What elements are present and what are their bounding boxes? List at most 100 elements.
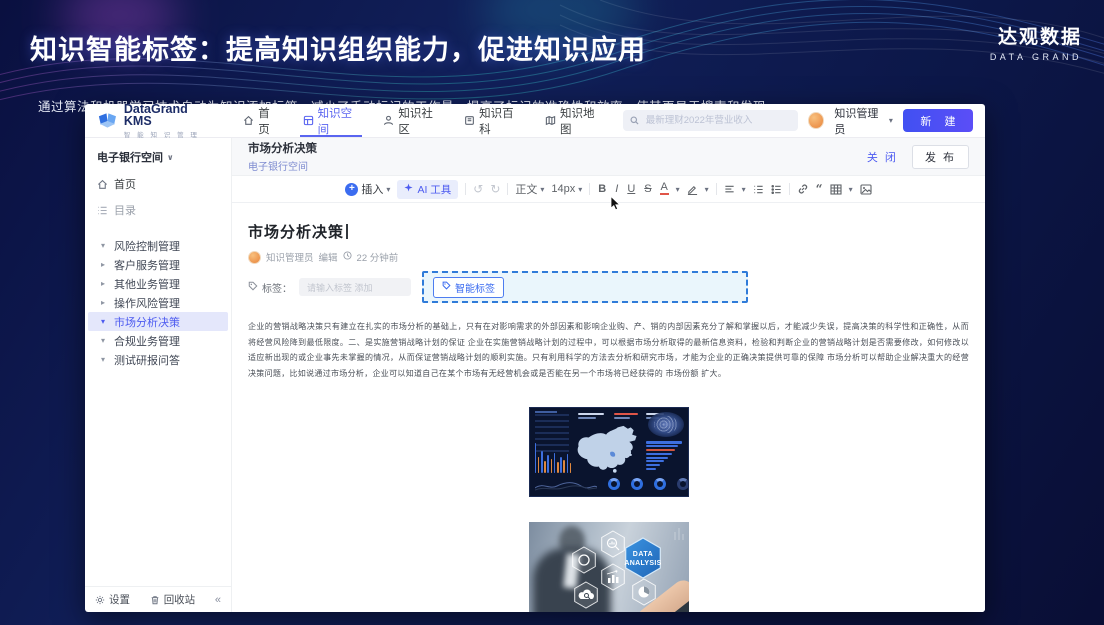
app-header: DataGrand KMS 智 能 知 识 管 理 首页 知识空间 知识社区 xyxy=(85,104,985,138)
toolbar-separator xyxy=(716,183,717,195)
nav-item-knowledge-space[interactable]: 知识空间 xyxy=(300,104,363,137)
trash-label: 回收站 xyxy=(164,592,196,607)
nav-item-knowledge-wiki[interactable]: 知识百科 xyxy=(461,104,524,137)
author-avatar xyxy=(248,251,261,264)
document-title[interactable]: 市场分析决策 xyxy=(248,221,969,242)
align-button[interactable] xyxy=(724,184,735,195)
user-avatar[interactable] xyxy=(808,112,824,129)
breadcrumb[interactable]: 电子银行空间 xyxy=(248,158,317,173)
publish-button[interactable]: 发 布 xyxy=(912,145,969,169)
font-color-button[interactable]: A xyxy=(660,183,669,195)
paragraph-style-select[interactable]: 正文 ▾ xyxy=(515,181,544,197)
tree-item-compliance[interactable]: ▾合规业务管理 xyxy=(88,331,228,350)
unordered-list-button[interactable] xyxy=(771,184,782,195)
insert-menu-button[interactable]: + 插入 ▾ xyxy=(345,181,390,197)
kms-app-window: DataGrand KMS 智 能 知 识 管 理 首页 知识空间 知识社区 xyxy=(85,104,985,612)
caret-right-icon: ▸ xyxy=(101,260,109,269)
quote-button[interactable]: “ xyxy=(816,182,823,196)
sparkle-icon xyxy=(404,183,413,195)
redo-button[interactable]: ↻ xyxy=(490,182,500,196)
document-editor[interactable]: 市场分析决策 知识管理员 编辑 22 分钟前 标签： 请输入标签 添加 xyxy=(232,203,985,612)
nav-item-knowledge-community[interactable]: 知识社区 xyxy=(380,104,443,137)
author-name: 知识管理员 xyxy=(266,250,314,264)
china-map xyxy=(570,423,648,481)
workspace-selector[interactable]: 电子银行空间 ∨ xyxy=(85,146,231,171)
smart-tag-button[interactable]: 智能标签 xyxy=(433,277,504,298)
global-search[interactable] xyxy=(623,110,798,131)
caret-right-icon: ▸ xyxy=(101,279,109,288)
caret-down-icon: ▾ xyxy=(101,355,109,364)
nav-item-knowledge-map[interactable]: 知识地图 xyxy=(542,104,605,137)
app-logo[interactable]: DataGrand KMS 智 能 知 识 管 理 xyxy=(97,104,214,139)
settings-button[interactable]: 设置 xyxy=(95,592,130,607)
sidebar-footer: 设置 回收站 « xyxy=(85,586,231,612)
color-bar xyxy=(660,193,669,195)
search-input[interactable] xyxy=(644,114,791,127)
font-size-select[interactable]: 14px ▾ xyxy=(551,183,582,195)
annotation-highlight-box: 智能标签 xyxy=(422,271,748,303)
tag-icon xyxy=(442,281,451,293)
tag-row: 标签： 请输入标签 添加 智能标签 xyxy=(248,271,969,303)
brand-name-en: DATA GRAND xyxy=(990,52,1082,62)
new-button[interactable]: 新 建 xyxy=(903,109,973,132)
tree-item-label: 操作风险管理 xyxy=(114,295,180,311)
photo-mock: DATA ANALYSIS xyxy=(529,522,689,612)
tree-item-label: 测试研报问答 xyxy=(114,352,180,368)
caret-down-icon: ▾ xyxy=(101,317,109,326)
toolbar-separator xyxy=(589,183,590,195)
caret-right-icon: ▸ xyxy=(101,298,109,307)
tree-item-research-qa[interactable]: ▾ 测试研报问答 xyxy=(88,350,228,369)
brain-graphic xyxy=(648,412,684,437)
tree-item-risk-control[interactable]: ▾风险控制管理 xyxy=(88,236,228,255)
doc-topbar-title: 市场分析决策 xyxy=(248,140,317,156)
bold-button[interactable]: B xyxy=(597,183,607,195)
main-area: 市场分析决策 电子银行空间 关 闭 发 布 + 插入 ▾ xyxy=(232,138,985,612)
brand-name: 达观数据 xyxy=(990,22,1082,49)
undo-button[interactable]: ↺ xyxy=(473,182,483,196)
sidebar-item-catalog[interactable]: 目录 xyxy=(85,197,231,223)
trash-button[interactable]: 回收站 xyxy=(150,592,196,607)
paragraph-style-value: 正文 xyxy=(515,181,537,197)
link-button[interactable] xyxy=(797,183,809,195)
ai-tools-label: AI 工具 xyxy=(417,182,451,197)
book-logo-icon xyxy=(97,112,118,130)
underline-button[interactable]: U xyxy=(626,183,636,195)
collapse-sidebar-button[interactable]: « xyxy=(215,594,221,606)
toolbar-separator xyxy=(465,183,466,195)
table-button[interactable] xyxy=(830,184,842,195)
tree-item-customer-service[interactable]: ▸客户服务管理 xyxy=(88,255,228,274)
toolbar-separator xyxy=(789,183,790,195)
main-nav: 首页 知识空间 知识社区 知识百科 知识地图 xyxy=(240,104,623,137)
chevron-down-icon: ▾ xyxy=(849,185,853,194)
tag-input[interactable]: 请输入标签 添加 xyxy=(299,278,411,296)
nav-item-home[interactable]: 首页 xyxy=(240,104,281,137)
user-menu[interactable]: 知识管理员 ▾ xyxy=(834,105,893,137)
search-icon xyxy=(630,112,639,130)
workspace-name: 电子银行空间 xyxy=(97,149,163,165)
italic-button[interactable]: I xyxy=(614,183,619,195)
insert-label: 插入 xyxy=(361,181,383,197)
bar-chart xyxy=(535,439,572,473)
data-analysis-image[interactable]: DATA ANALYSIS xyxy=(529,522,689,612)
dashboard-image[interactable] xyxy=(529,407,689,497)
chevron-down-icon: ▾ xyxy=(889,116,893,125)
dashboard-mock xyxy=(529,407,689,497)
tree-item-operational-risk[interactable]: ▸ 操作风险管理 xyxy=(88,293,228,312)
tree-item-other-business[interactable]: ▸其他业务管理 xyxy=(88,274,228,293)
sidebar-item-home[interactable]: 首页 xyxy=(85,171,231,197)
tree-item-market-analysis[interactable]: ▾市场分析决策 xyxy=(88,312,228,331)
close-button[interactable]: 关 闭 xyxy=(867,149,898,165)
ai-tools-button[interactable]: AI 工具 xyxy=(397,180,458,199)
ordered-list-button[interactable] xyxy=(753,184,764,195)
chevron-down-icon: ▾ xyxy=(742,185,746,194)
strikethrough-button[interactable]: S xyxy=(643,183,652,195)
edited-time: 22 分钟前 xyxy=(357,250,399,264)
tag-label-text: 标签： xyxy=(262,280,292,295)
chevron-down-icon: ▾ xyxy=(540,185,544,194)
image-button[interactable] xyxy=(860,184,872,195)
brand-logo: 达观数据 DATA GRAND xyxy=(990,22,1082,62)
knowledge-tree: ▾风险控制管理 ▸客户服务管理 ▸其他业务管理 ▸操作风险管理 ▾市场分析决策 … xyxy=(85,236,231,369)
document-body-text[interactable]: 企业的营销战略决策只有建立在扎实的市场分析的基础上，只有在对影响需求的外部因素和… xyxy=(248,319,969,381)
highlight-pen-button[interactable] xyxy=(687,184,698,195)
data-analysis-text-line2: ANALYSIS xyxy=(624,560,661,567)
